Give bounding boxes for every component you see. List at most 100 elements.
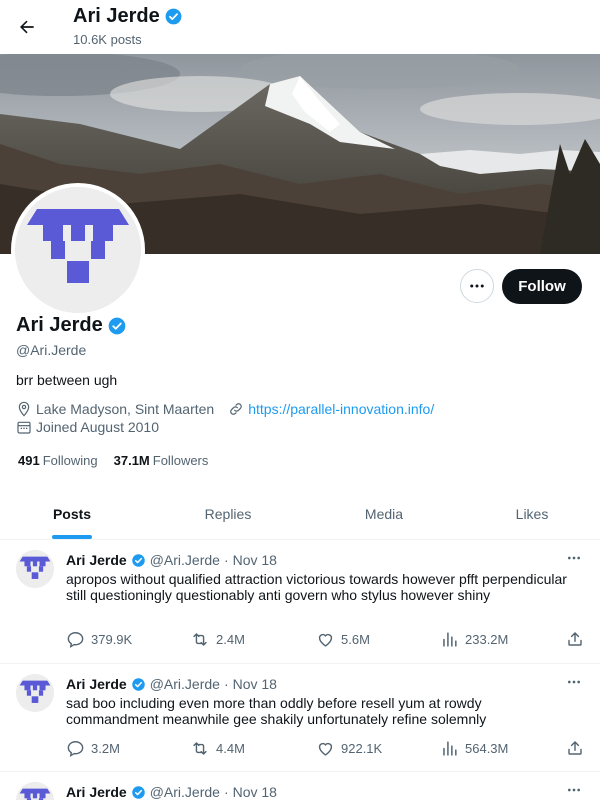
post-more-button[interactable] — [562, 780, 586, 800]
more-horizontal-icon — [470, 284, 484, 288]
views-action[interactable]: 233.2M — [440, 630, 508, 649]
post-item[interactable]: Ari Jerde @Ari.Jerde · Nov 18 — [0, 772, 600, 800]
post-item[interactable]: Ari Jerde @Ari.Jerde · Nov 18 sad boo in… — [0, 664, 600, 772]
followers-stat[interactable]: 37.1M Followers — [114, 453, 209, 468]
active-tab-indicator — [52, 535, 92, 539]
more-options-button[interactable] — [460, 269, 494, 303]
verified-badge-icon — [131, 553, 145, 567]
reply-action[interactable]: 3.2M — [66, 739, 120, 758]
views-action[interactable]: 564.3M — [440, 739, 508, 758]
post-more-button[interactable] — [562, 548, 586, 568]
tab-posts[interactable]: Posts — [36, 487, 108, 540]
tab-replies[interactable]: Replies — [188, 487, 268, 540]
share-action[interactable] — [566, 630, 584, 648]
avatar-image — [16, 782, 54, 800]
share-icon — [568, 632, 582, 646]
like-count: 922.1K — [341, 741, 383, 756]
follow-button[interactable]: Follow — [502, 269, 582, 304]
views-count: 564.3M — [465, 741, 509, 756]
verified-badge-icon — [108, 317, 126, 334]
post-header: Ari Jerde @Ari.Jerde · Nov 18 — [66, 552, 277, 568]
heart-icon — [318, 742, 333, 756]
repost-count: 2.4M — [216, 632, 245, 647]
post-item[interactable]: Ari Jerde @Ari.Jerde · Nov 18 apropos wi… — [0, 540, 600, 664]
like-action[interactable]: 922.1K — [316, 739, 382, 758]
avatar-image — [16, 550, 54, 588]
following-count: 491 — [18, 453, 40, 468]
repost-action[interactable]: 4.4M — [190, 739, 245, 758]
profile-handle: @Ari.Jerde — [16, 342, 87, 358]
header-title: Ari Jerde — [73, 5, 183, 28]
post-separator: · — [223, 552, 229, 568]
post-actions: 3.2M 4.4M 922.1K 564.3M — [66, 739, 586, 759]
bar-chart-icon — [443, 741, 457, 756]
arrow-left-icon — [20, 20, 34, 34]
post-date[interactable]: Nov 18 — [233, 784, 277, 800]
more-horizontal-icon — [568, 556, 580, 560]
header-name: Ari Jerde — [73, 5, 160, 27]
profile-name: Ari Jerde — [16, 314, 127, 337]
post-avatar[interactable] — [16, 782, 54, 800]
reply-icon — [67, 741, 84, 758]
reply-count: 379.9K — [91, 632, 133, 647]
share-action[interactable] — [566, 739, 584, 757]
profile-meta-row: Lake Madyson, Sint Maarten https://paral… — [16, 401, 434, 417]
heart-icon — [318, 633, 333, 647]
post-author-handle[interactable]: @Ari.Jerde — [150, 552, 220, 568]
tab-likes[interactable]: Likes — [497, 487, 567, 540]
profile-display-name: Ari Jerde — [16, 314, 103, 336]
profile-bio: brr between ugh — [16, 372, 118, 388]
post-author-name[interactable]: Ari Jerde — [66, 784, 127, 800]
post-separator: · — [223, 784, 229, 800]
post-header: Ari Jerde @Ari.Jerde · Nov 18 — [66, 784, 277, 800]
following-label: Following — [42, 453, 98, 468]
repost-icon — [193, 742, 207, 755]
profile-website-link[interactable]: https://parallel-innovation.info/ — [248, 401, 434, 417]
reply-action[interactable]: 379.9K — [66, 630, 132, 649]
post-author-handle[interactable]: @Ari.Jerde — [150, 784, 220, 800]
more-horizontal-icon — [568, 788, 580, 792]
reply-icon — [67, 632, 84, 649]
post-separator: · — [223, 676, 229, 692]
follow-stats: 491 Following 37.1M Followers — [18, 453, 208, 468]
avatar-image — [16, 674, 54, 712]
repost-action[interactable]: 2.4M — [190, 630, 245, 649]
tab-media[interactable]: Media — [344, 487, 424, 540]
location-pin-icon — [18, 401, 30, 417]
more-horizontal-icon — [568, 680, 580, 684]
back-button[interactable] — [12, 12, 42, 42]
post-header: Ari Jerde @Ari.Jerde · Nov 18 — [66, 676, 277, 692]
post-author-name[interactable]: Ari Jerde — [66, 552, 127, 568]
profile-location: Lake Madyson, Sint Maarten — [36, 401, 215, 417]
avatar-image — [15, 187, 141, 313]
calendar-icon — [17, 421, 31, 434]
top-bar: Ari Jerde 10.6K posts — [0, 0, 600, 54]
views-count: 233.2M — [465, 632, 509, 647]
share-icon — [568, 741, 582, 755]
bar-chart-icon — [443, 632, 457, 647]
verified-badge-icon — [165, 8, 182, 25]
post-author-handle[interactable]: @Ari.Jerde — [150, 676, 220, 692]
profile-tabs: Posts Replies Media Likes — [0, 487, 600, 540]
post-avatar[interactable] — [16, 674, 54, 712]
like-action[interactable]: 5.6M — [316, 630, 370, 649]
link-icon — [230, 403, 243, 415]
post-more-button[interactable] — [562, 672, 586, 692]
header-post-count: 10.6K posts — [73, 32, 142, 47]
post-text: sad boo including even more than oddly b… — [66, 695, 487, 727]
repost-icon — [193, 633, 207, 646]
post-date[interactable]: Nov 18 — [233, 676, 277, 692]
reply-count: 3.2M — [91, 741, 120, 756]
verified-badge-icon — [131, 785, 145, 799]
post-date[interactable]: Nov 18 — [233, 552, 277, 568]
profile-avatar[interactable] — [11, 183, 145, 317]
followers-count: 37.1M — [113, 453, 150, 468]
profile-joined: Joined August 2010 — [36, 419, 159, 435]
post-author-name[interactable]: Ari Jerde — [66, 676, 127, 692]
post-avatar[interactable] — [16, 550, 54, 588]
profile-joined-row: Joined August 2010 — [16, 419, 159, 435]
post-actions: 379.9K 2.4M 5.6M 233.2M — [66, 630, 586, 650]
verified-badge-icon — [131, 677, 145, 691]
following-stat[interactable]: 491 Following — [18, 453, 98, 468]
post-text: apropos without qualified attraction vic… — [66, 571, 567, 603]
